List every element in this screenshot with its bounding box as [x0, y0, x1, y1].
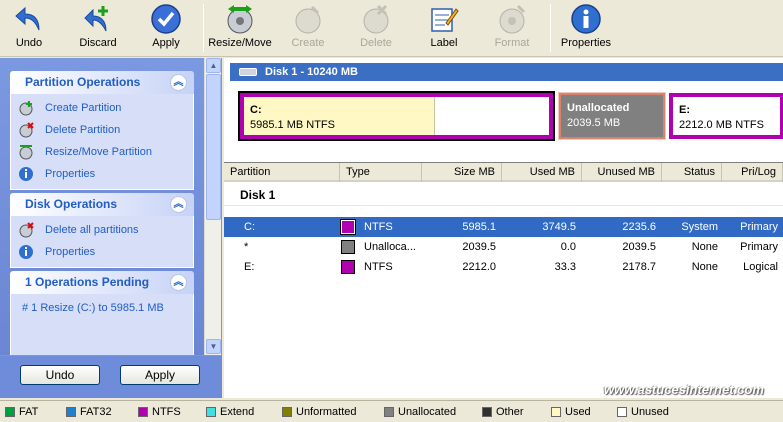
legend-swatch — [138, 407, 148, 417]
hard-disk-icon — [239, 68, 257, 76]
delete-partition-icon — [17, 121, 35, 139]
column-header-unused[interactable]: Unused MB — [582, 163, 662, 182]
partition-block-unallocated[interactable]: Unallocated 2039.5 MB — [558, 92, 666, 140]
label-pencil-icon — [427, 1, 461, 37]
legend-item-fat32: FAT32 — [66, 405, 112, 419]
format-button[interactable]: Format — [492, 0, 532, 56]
task-panel: Partition Operations ︽ Create Partition … — [0, 58, 222, 398]
legend-item-unallocated: Unallocated — [384, 405, 456, 419]
legend-item-unformatted: Unformatted — [282, 405, 357, 419]
resize-partition-icon — [17, 143, 35, 161]
filesystem-legend: FAT FAT32 NTFS Extend Unformatted Unallo… — [0, 400, 783, 422]
partition-operations-group: Partition Operations ︽ Create Partition … — [10, 71, 194, 190]
delete-all-partitions-task[interactable]: Delete all partitions — [17, 219, 193, 241]
fs-color-swatch — [340, 219, 356, 235]
collapse-chevron-icon[interactable]: ︽ — [170, 74, 187, 91]
legend-item-ntfs: NTFS — [138, 405, 181, 419]
label-button[interactable]: Label — [424, 0, 464, 56]
pending-operation-item[interactable]: # 1 Resize (C:) to 5985.1 MB — [17, 297, 193, 319]
column-header-size[interactable]: Size MB — [422, 163, 502, 182]
column-header-used[interactable]: Used MB — [502, 163, 582, 182]
partition-properties-task[interactable]: Properties — [17, 163, 193, 185]
pending-operations-group: 1 Operations Pending ︽ # 1 Resize (C:) t… — [10, 271, 194, 355]
pending-buttons-bar: Undo Apply — [0, 356, 222, 398]
legend-item-extend: Extend — [206, 405, 254, 419]
fs-color-swatch — [341, 240, 355, 254]
panel-undo-button[interactable]: Undo — [20, 365, 100, 385]
resize-move-button[interactable]: Resize/Move — [208, 0, 272, 56]
format-disk-icon — [495, 1, 529, 37]
table-row[interactable]: C: NTFS 5985.1 3749.5 2235.6 System Prim… — [224, 217, 783, 237]
scroll-up-arrow-icon[interactable]: ▲ — [206, 58, 221, 73]
delete-button[interactable]: Delete — [356, 0, 396, 56]
resize-move-icon — [223, 1, 257, 37]
table-row[interactable]: E: NTFS 2212.0 33.3 2178.7 None Logical — [224, 257, 783, 277]
task-list: Partition Operations ︽ Create Partition … — [0, 58, 204, 355]
toolbar-separator — [203, 4, 204, 52]
legend-item-fat: FAT — [5, 405, 38, 419]
toolbar-separator — [550, 4, 551, 52]
create-partition-icon — [17, 99, 35, 117]
legend-item-used: Used — [551, 405, 591, 419]
legend-swatch — [5, 407, 15, 417]
column-header-type[interactable]: Type — [340, 163, 422, 182]
column-header-prilog[interactable]: Pri/Log — [722, 163, 783, 182]
properties-button[interactable]: Properties — [558, 0, 614, 56]
task-panel-scrollbar[interactable]: ▲ ▼ — [204, 58, 221, 355]
scroll-down-arrow-icon[interactable]: ▼ — [206, 339, 221, 354]
legend-swatch — [206, 407, 216, 417]
column-header-status[interactable]: Status — [662, 163, 722, 182]
create-disk-icon — [291, 1, 325, 37]
delete-all-icon — [17, 221, 35, 239]
disk-map: Disk 1 - 10240 MB C: 5985.1 MB NTFS Unal… — [230, 63, 783, 143]
panel-apply-button[interactable]: Apply — [120, 365, 200, 385]
fs-color-swatch — [341, 260, 355, 274]
legend-swatch — [282, 407, 292, 417]
table-row[interactable]: * Unalloca... 2039.5 0.0 2039.5 None Pri… — [224, 237, 783, 257]
column-header-partition[interactable]: Partition — [224, 163, 340, 182]
legend-item-unused: Unused — [617, 405, 669, 419]
undo-arrow-icon — [12, 1, 46, 37]
toolbar: Undo Discard Apply Resize/Move Create De… — [0, 0, 783, 57]
divider — [224, 205, 783, 206]
discard-icon — [81, 1, 115, 37]
legend-swatch — [617, 407, 627, 417]
pending-operations-header[interactable]: 1 Operations Pending ︽ — [10, 271, 194, 294]
legend-swatch — [551, 407, 561, 417]
collapse-chevron-icon[interactable]: ︽ — [170, 196, 187, 213]
delete-disk-icon — [359, 1, 393, 37]
create-button[interactable]: Create — [288, 0, 328, 56]
partition-table: Partition Type Size MB Used MB Unused MB… — [224, 162, 783, 398]
partition-block-e[interactable]: E: 2212.0 MB NTFS — [669, 93, 783, 139]
partition-operations-header[interactable]: Partition Operations ︽ — [10, 71, 194, 94]
legend-swatch — [384, 407, 394, 417]
disk-header[interactable]: Disk 1 - 10240 MB — [230, 63, 783, 81]
disk-properties-task[interactable]: Properties — [17, 241, 193, 263]
undo-button[interactable]: Undo — [6, 0, 52, 56]
resize-move-partition-task[interactable]: Resize/Move Partition — [17, 141, 193, 163]
discard-button[interactable]: Discard — [74, 0, 122, 56]
disk-operations-group: Disk Operations ︽ Delete all partitions … — [10, 193, 194, 268]
info-icon — [17, 243, 35, 261]
disk-operations-header[interactable]: Disk Operations ︽ — [10, 193, 194, 216]
info-icon — [569, 1, 603, 37]
collapse-chevron-icon[interactable]: ︽ — [170, 274, 187, 291]
apply-check-icon — [149, 1, 183, 37]
watermark: www.astucesinternet.com — [604, 382, 764, 397]
partition-block-c[interactable]: C: 5985.1 MB NTFS — [238, 91, 555, 141]
scrollbar-thumb[interactable] — [206, 74, 221, 220]
main-panel: Disk 1 - 10240 MB C: 5985.1 MB NTFS Unal… — [224, 58, 783, 398]
apply-button[interactable]: Apply — [146, 0, 186, 56]
delete-partition-task[interactable]: Delete Partition — [17, 119, 193, 141]
legend-item-other: Other — [482, 405, 524, 419]
info-icon — [17, 165, 35, 183]
legend-swatch — [482, 407, 492, 417]
disk-group-label[interactable]: Disk 1 — [230, 185, 334, 205]
table-header: Partition Type Size MB Used MB Unused MB… — [224, 163, 783, 182]
create-partition-task[interactable]: Create Partition — [17, 97, 193, 119]
legend-swatch — [66, 407, 76, 417]
